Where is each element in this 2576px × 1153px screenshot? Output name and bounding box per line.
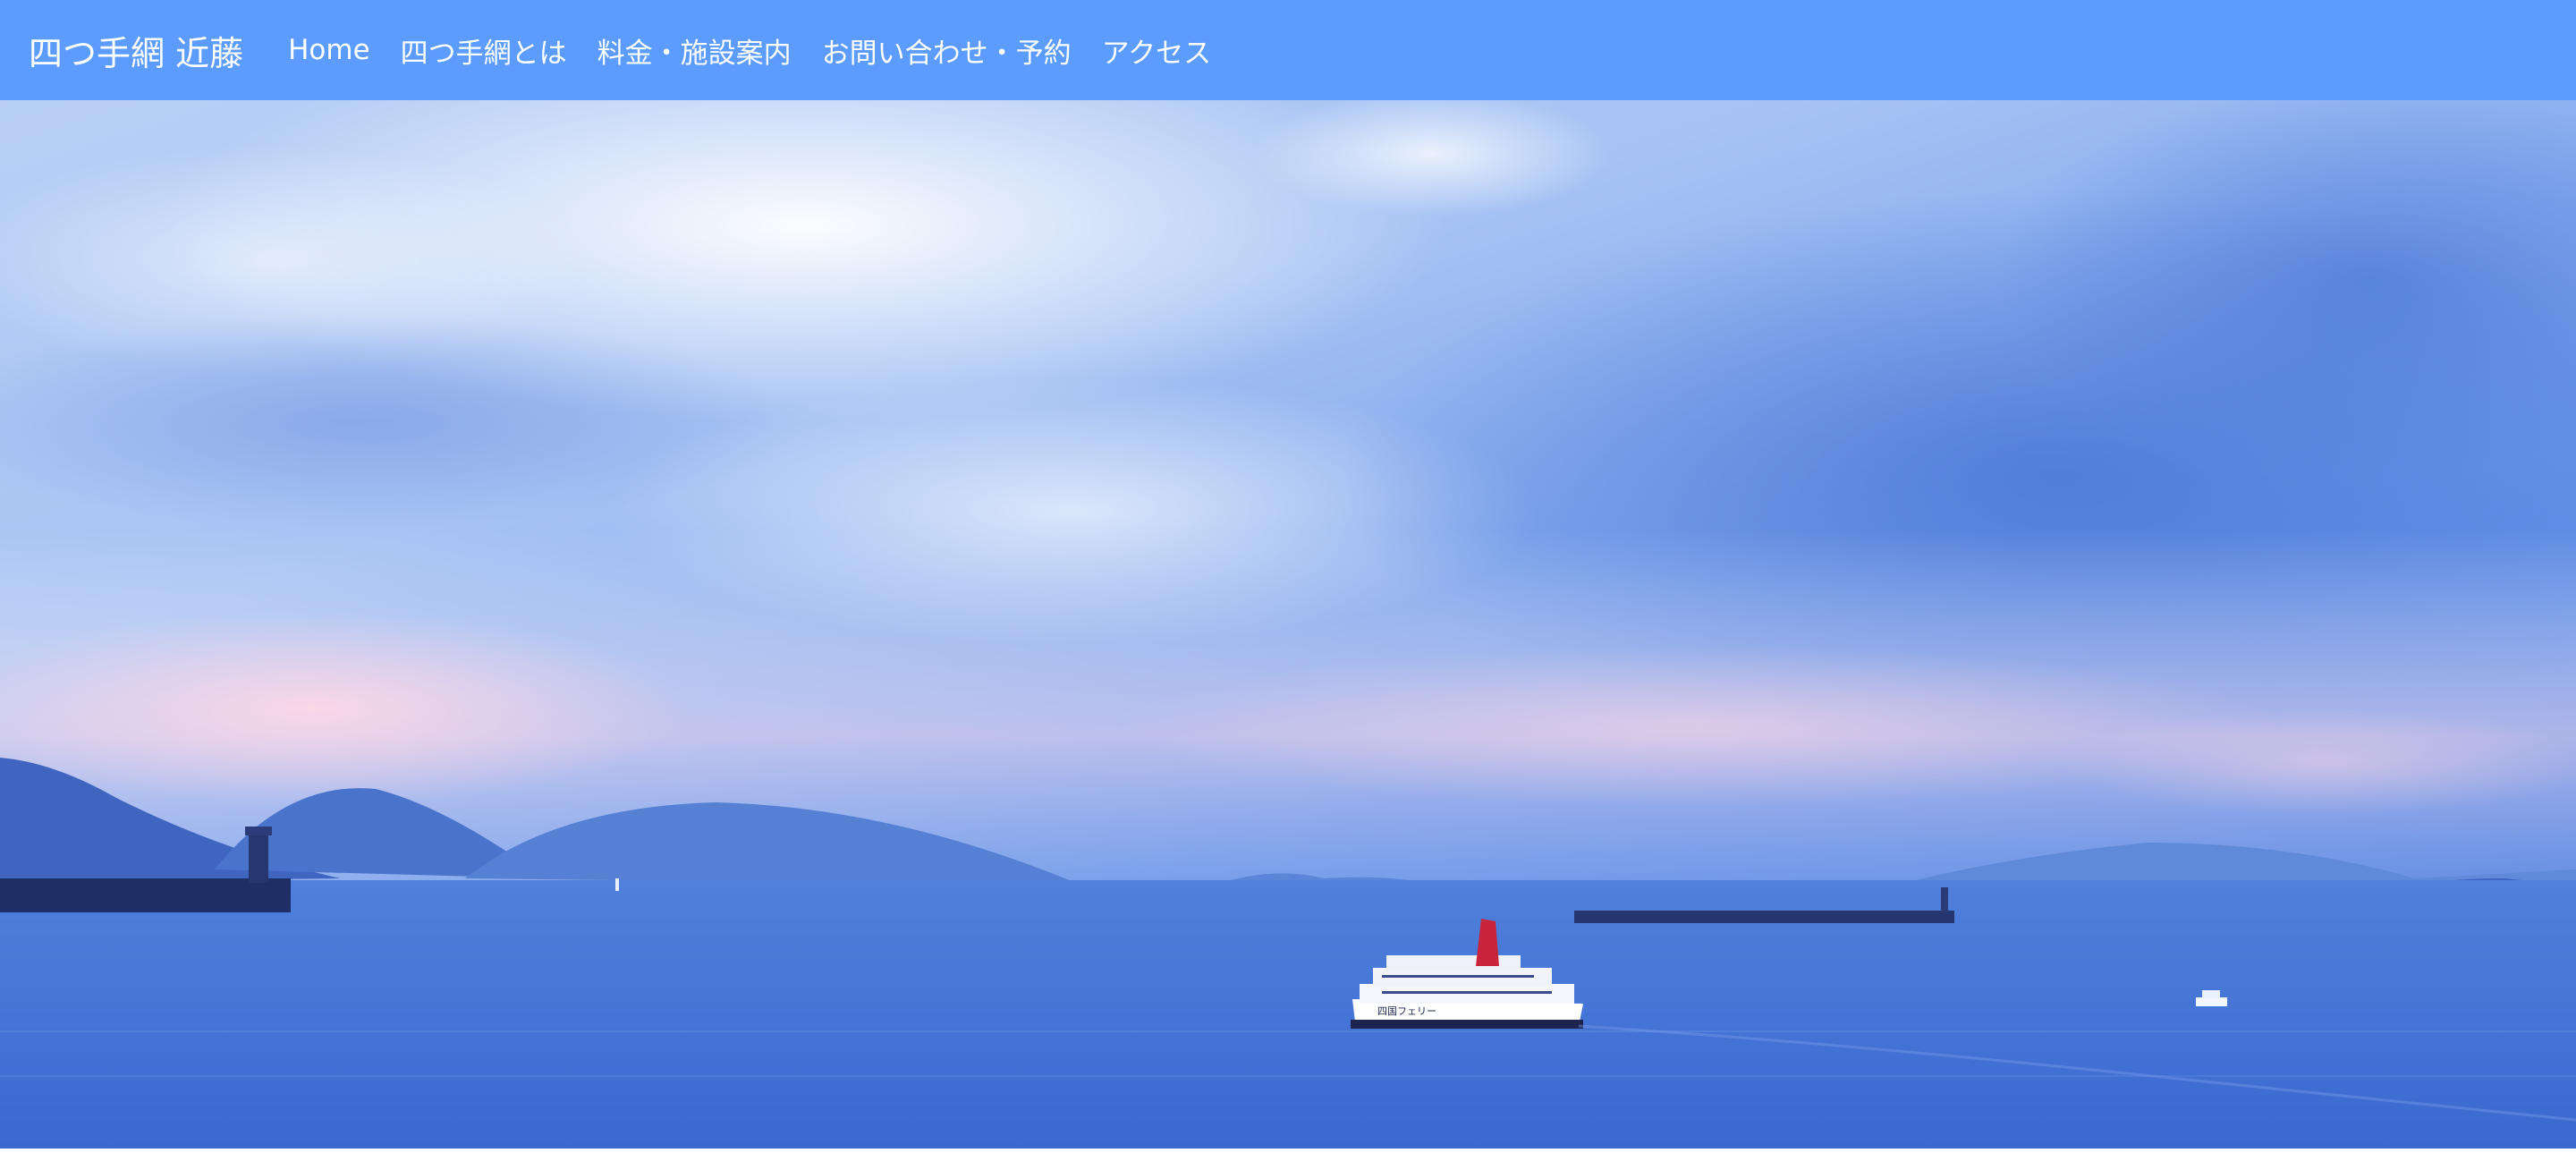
nav-pricing-link[interactable]: 料金・施設案内 [597,30,792,71]
main-nav: Home 四つ手網とは 料金・施設案内 お問い合わせ・予約 アクセス [288,30,1211,71]
nav-about-link[interactable]: 四つ手網とは [401,30,567,71]
nav-contact-link[interactable]: お問い合わせ・予約 [822,30,1072,71]
breakwater-left [0,878,291,912]
nav-home-link[interactable]: Home [288,34,370,66]
ferry-name-text: 四国フェリー [1377,1005,1436,1017]
sea [0,880,2576,1149]
brand-link[interactable]: 四つ手網 近藤 [29,26,243,75]
breakwater-right [1574,911,1954,923]
nav-access-link[interactable]: アクセス [1102,30,1211,71]
seascape-photo: 四国フェリー [0,100,2576,1149]
top-navbar: 四つ手網 近藤 Home 四つ手網とは 料金・施設案内 お問い合わせ・予約 アク… [0,0,2576,100]
hero-image: 四国フェリー [0,100,2576,1149]
